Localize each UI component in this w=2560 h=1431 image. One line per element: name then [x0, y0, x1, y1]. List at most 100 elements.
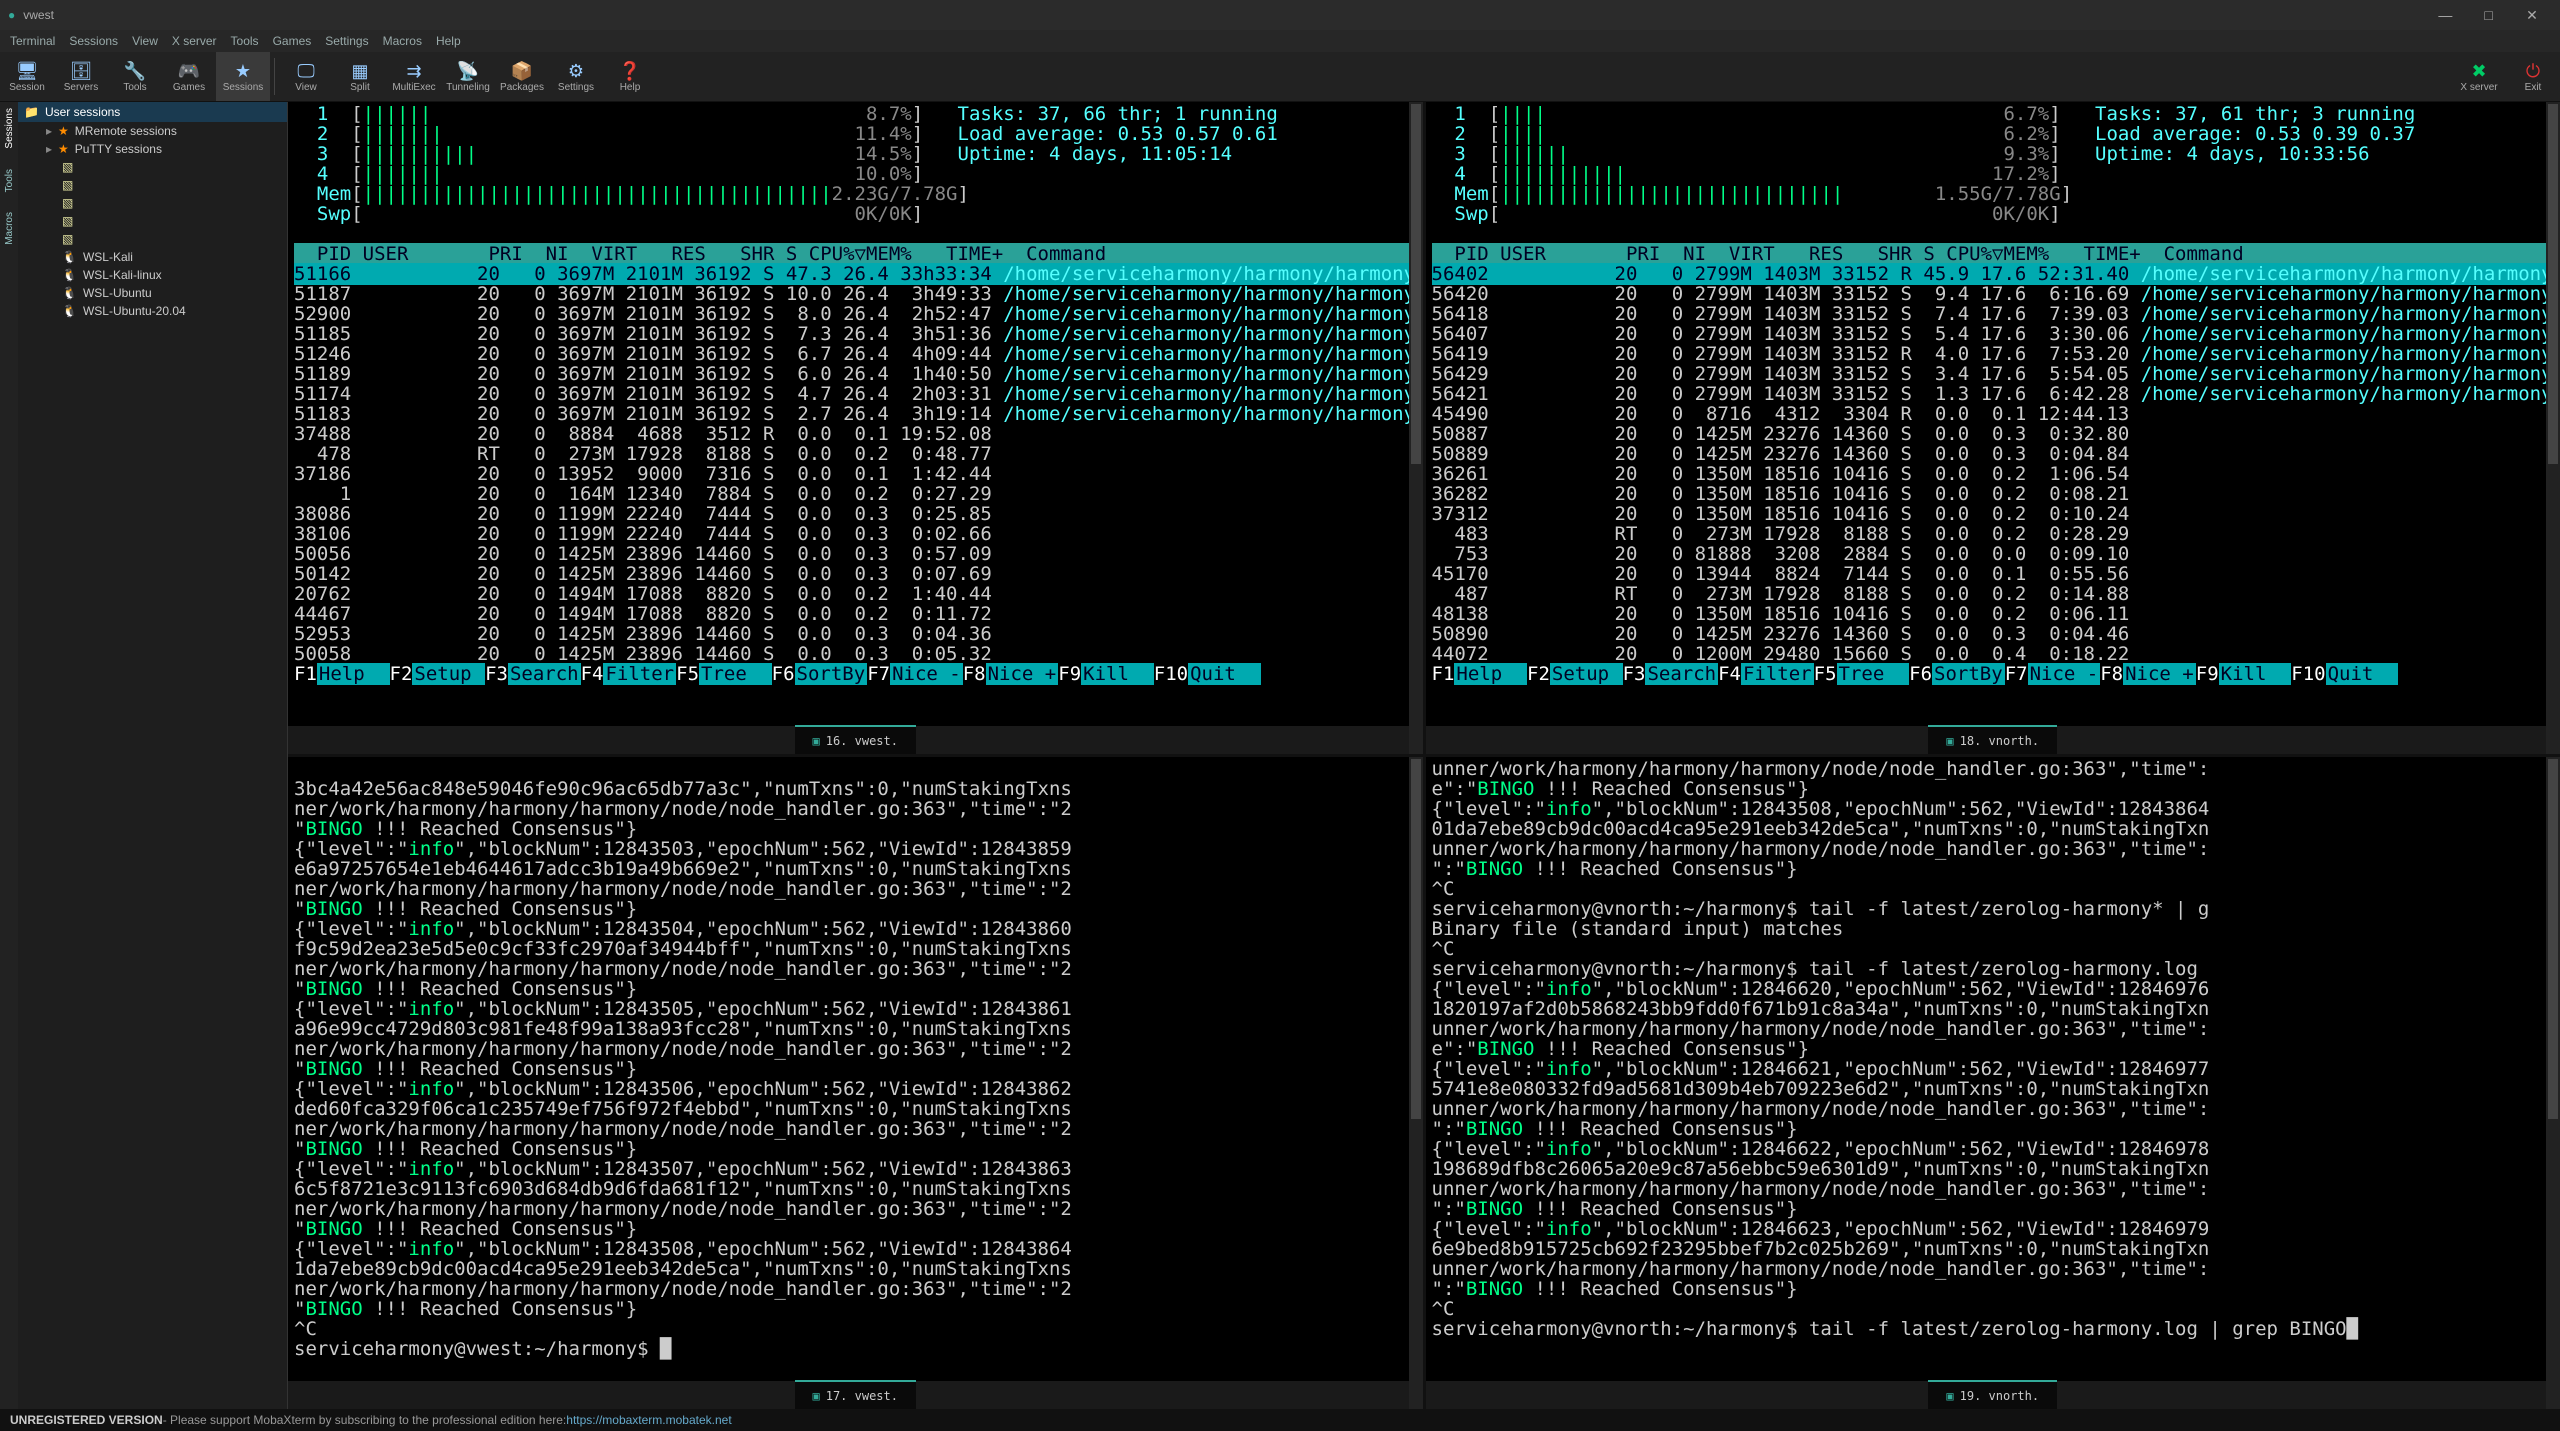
scrollbar[interactable]	[2546, 757, 2560, 1409]
terminal-pane-1[interactable]: 1 [|||| 6.7%] Tasks: 37, 61 thr; 3 runni…	[1426, 102, 2560, 754]
toolbar-help[interactable]: ❓Help	[603, 52, 657, 101]
servers-icon: 🗄	[70, 60, 93, 82]
packages-icon: 📦	[511, 60, 533, 82]
terminal-pane-0[interactable]: 1 [|||||| 8.7%] Tasks: 37, 66 thr; 1 run…	[288, 102, 1423, 754]
toolbar-servers[interactable]: 🗄Servers	[54, 52, 108, 101]
status-bar: UNREGISTERED VERSION - Please support Mo…	[0, 1409, 2560, 1431]
toolbar-session[interactable]: 🖥Session	[0, 52, 54, 101]
putty-icon: ▧	[62, 232, 73, 246]
pane-tab[interactable]: ▣18. vnorth.	[1928, 725, 2057, 754]
terminal-body[interactable]: unner/work/harmony/harmony/harmony/node/…	[1426, 757, 2560, 1381]
tree-group-putty-sessions[interactable]: ▸★PuTTY sessions	[18, 140, 287, 158]
scroll-thumb[interactable]	[2548, 759, 2558, 1119]
menu-macros[interactable]: Macros	[383, 34, 422, 48]
toolbar-exit[interactable]: ⏻Exit	[2506, 52, 2560, 101]
menu-help[interactable]: Help	[436, 34, 461, 48]
terminal-icon: ▣	[813, 1386, 820, 1406]
view-icon: 🖵	[297, 60, 314, 82]
terminal-pane-3[interactable]: unner/work/harmony/harmony/harmony/node/…	[1426, 757, 2560, 1409]
tree-putty-icon-row[interactable]: ▧	[18, 194, 287, 212]
games-icon: 🎮	[178, 60, 200, 82]
menu-sessions[interactable]: Sessions	[69, 34, 118, 48]
tree-session-wsl-kali-linux[interactable]: 🐧WSL-Kali-linux	[18, 266, 287, 284]
pane-tab[interactable]: ▣16. vwest.	[795, 725, 916, 754]
scrollbar[interactable]	[2546, 102, 2560, 754]
pane-tab[interactable]: ▣17. vwest.	[795, 1380, 916, 1409]
tree-putty-icon-row[interactable]: ▧	[18, 212, 287, 230]
toolbar-packages[interactable]: 📦Packages	[495, 52, 549, 101]
terminal-icon: ▣	[1946, 731, 1953, 751]
app-icon: ●	[8, 8, 15, 22]
scroll-thumb[interactable]	[2548, 104, 2558, 464]
tree-session-wsl-ubuntu-20-04[interactable]: 🐧WSL-Ubuntu-20.04	[18, 302, 287, 320]
scrollbar[interactable]	[1409, 757, 1423, 1409]
penguin-icon: 🐧	[62, 286, 77, 300]
toolbar-split[interactable]: ▦Split	[333, 52, 387, 101]
settings-icon: ⚙	[568, 60, 584, 82]
terminal-body[interactable]: 1 [|||||| 8.7%] Tasks: 37, 66 thr; 1 run…	[288, 102, 1423, 726]
scroll-thumb[interactable]	[1411, 759, 1421, 1119]
menu-settings[interactable]: Settings	[325, 34, 368, 48]
tree-session-wsl-kali[interactable]: 🐧WSL-Kali	[18, 248, 287, 266]
sessions-tree: 📁 User sessions ▸★MRemote sessions▸★PuTT…	[18, 102, 288, 1409]
penguin-icon: 🐧	[62, 304, 77, 318]
menu-terminal[interactable]: Terminal	[10, 34, 55, 48]
status-link[interactable]: https://mobaxterm.mobatek.net	[566, 1413, 731, 1427]
tools-icon: 🔧	[124, 60, 146, 82]
x server-icon: ✖	[2471, 60, 2486, 82]
menu-tools[interactable]: Tools	[231, 34, 259, 48]
terminal-icon: ▣	[1946, 1386, 1953, 1406]
tree-session-wsl-ubuntu[interactable]: 🐧WSL-Ubuntu	[18, 284, 287, 302]
putty-icon: ▧	[62, 178, 73, 192]
pane-tabbar: ▣18. vnorth.	[1426, 726, 2560, 754]
toolbar-games[interactable]: 🎮Games	[162, 52, 216, 101]
toolbar: 🖥Session🗄Servers🔧Tools🎮Games★Sessions🖵Vi…	[0, 52, 2560, 102]
terminal-grid: 1 [|||||| 8.7%] Tasks: 37, 66 thr; 1 run…	[288, 102, 2560, 1409]
penguin-icon: 🐧	[62, 268, 77, 282]
menubar: Terminal Sessions View X server Tools Games Se…	[0, 30, 2560, 52]
penguin-icon: 🐧	[62, 250, 77, 264]
terminal-pane-2[interactable]: 3bc4a42e56ac848e59046fe90c96ac65db77a3c"…	[288, 757, 1423, 1409]
pane-tabbar: ▣16. vwest.	[288, 726, 1423, 754]
toolbar-view[interactable]: 🖵View	[279, 52, 333, 101]
tree-group-mremote-sessions[interactable]: ▸★MRemote sessions	[18, 122, 287, 140]
tree-putty-icon-row[interactable]: ▧	[18, 176, 287, 194]
sessions-icon: ★	[235, 60, 251, 82]
window-maximize[interactable]: □	[2469, 7, 2509, 23]
toolbar-tunneling[interactable]: 📡Tunneling	[441, 52, 495, 101]
multiexec-icon: ⇉	[406, 60, 421, 82]
menu-view[interactable]: View	[132, 34, 158, 48]
pane-tabbar: ▣19. vnorth.	[1426, 1381, 2560, 1409]
folder-icon: 📁	[24, 105, 39, 119]
toolbar-multiexec[interactable]: ⇉MultiExec	[387, 52, 441, 101]
tree-root-label: User sessions	[45, 105, 120, 119]
sidetab-sessions[interactable]: Sessions	[4, 108, 15, 149]
scroll-thumb[interactable]	[1411, 104, 1421, 464]
pane-tab[interactable]: ▣19. vnorth.	[1928, 1380, 2057, 1409]
scrollbar[interactable]	[1409, 102, 1423, 754]
toolbar-x-server[interactable]: ✖X server	[2452, 52, 2506, 101]
tree-putty-icon-row[interactable]: ▧	[18, 230, 287, 248]
menu-x-server[interactable]: X server	[172, 34, 217, 48]
window-minimize[interactable]: —	[2425, 7, 2465, 23]
window-close[interactable]: ✕	[2512, 7, 2552, 24]
tunneling-icon: 📡	[457, 60, 479, 82]
terminal-body[interactable]: 1 [|||| 6.7%] Tasks: 37, 61 thr; 3 runni…	[1426, 102, 2560, 726]
session-icon: 🖥	[16, 60, 39, 82]
toolbar-settings[interactable]: ⚙Settings	[549, 52, 603, 101]
toolbar-tools[interactable]: 🔧Tools	[108, 52, 162, 101]
star-icon: ★	[58, 142, 69, 156]
status-message: - Please support MobaXterm by subscribin…	[163, 1413, 567, 1427]
toolbar-sessions[interactable]: ★Sessions	[216, 52, 270, 101]
tree-root[interactable]: 📁 User sessions	[18, 102, 287, 122]
exit-icon: ⏻	[2526, 60, 2540, 82]
terminal-icon: ▣	[813, 731, 820, 751]
sidetab-tools[interactable]: Tools	[4, 169, 15, 192]
help-icon: ❓	[619, 60, 641, 82]
unregistered-label: UNREGISTERED VERSION	[10, 1413, 163, 1427]
tree-putty-icon-row[interactable]: ▧	[18, 158, 287, 176]
menu-games[interactable]: Games	[273, 34, 312, 48]
sidetab-macros[interactable]: Macros	[4, 212, 15, 245]
split-icon: ▦	[351, 60, 368, 82]
terminal-body[interactable]: 3bc4a42e56ac848e59046fe90c96ac65db77a3c"…	[288, 757, 1423, 1381]
